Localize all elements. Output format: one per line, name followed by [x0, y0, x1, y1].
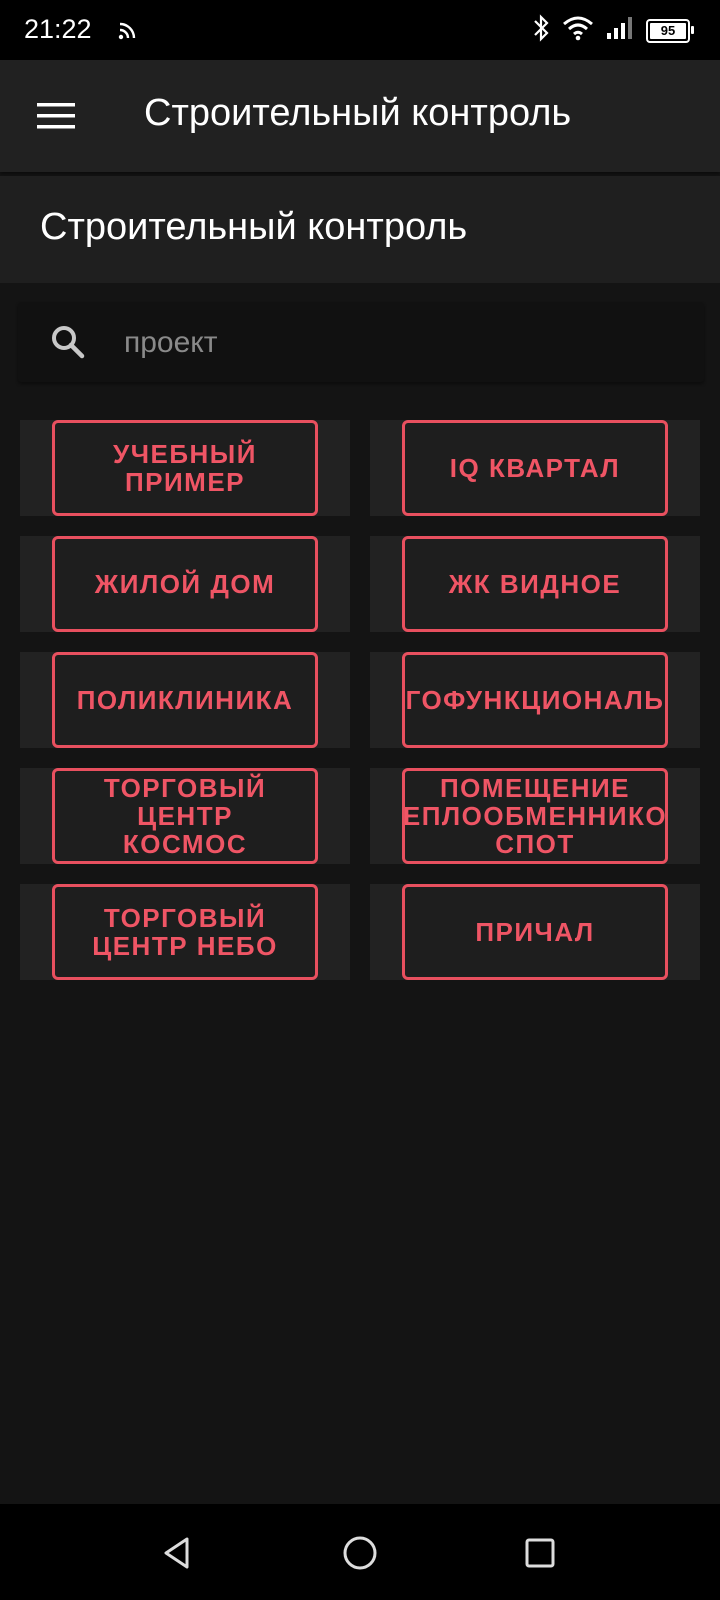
search-bar[interactable] — [18, 302, 704, 382]
project-cell: УЧЕБНЫЙ ПРИМЕР — [20, 420, 350, 516]
project-cell: ЖК ВИДНОЕ — [370, 536, 700, 632]
cast-icon — [118, 20, 138, 45]
project-cell: ТОРГОВЫЙ ЦЕНТР КОСМОС — [20, 768, 350, 864]
project-cell: ПРИЧАЛ — [370, 884, 700, 980]
wifi-icon — [562, 15, 594, 46]
menu-icon[interactable] — [24, 88, 88, 144]
project-button-pomeshchenie-teploobmennik[interactable]: ПОМЕЩЕНИЕ ЕПЛООБМЕННИКО СПОТ — [402, 768, 668, 864]
app-title: Строительный контроль — [144, 92, 572, 134]
project-cell: ГОФУНКЦИОНАЛЬ — [370, 652, 700, 748]
project-button-zhiloy-dom[interactable]: ЖИЛОЙ ДОМ — [52, 536, 318, 632]
project-button-iq-kvartal[interactable]: IQ КВАРТАЛ — [402, 420, 668, 516]
project-button-tc-kosmos[interactable]: ТОРГОВЫЙ ЦЕНТР КОСМОС — [52, 768, 318, 864]
status-time: 21:22 — [24, 14, 92, 44]
status-bar: 21:22 95 — [0, 0, 720, 60]
page-title: Строительный контроль — [40, 206, 468, 248]
project-button-uchebny-primer[interactable]: УЧЕБНЫЙ ПРИМЕР — [52, 420, 318, 516]
signal-icon — [606, 16, 634, 45]
navigation-bar — [0, 1504, 720, 1600]
home-icon[interactable] — [335, 1528, 385, 1578]
back-icon[interactable] — [152, 1528, 202, 1578]
project-cell: ПОЛИКЛИНИКА — [20, 652, 350, 748]
project-cell: ЖИЛОЙ ДОМ — [20, 536, 350, 632]
project-cell: ПОМЕЩЕНИЕ ЕПЛООБМЕННИКО СПОТ — [370, 768, 700, 864]
project-button-poliklinika[interactable]: ПОЛИКЛИНИКА — [52, 652, 318, 748]
app-bar: Строительный контроль — [0, 60, 720, 172]
recents-icon[interactable] — [515, 1528, 565, 1578]
bluetooth-icon — [532, 14, 550, 47]
project-cell: ТОРГОВЫЙ ЦЕНТР НЕБО — [20, 884, 350, 980]
project-button-zhk-vidnoe[interactable]: ЖК ВИДНОЕ — [402, 536, 668, 632]
search-input[interactable] — [122, 322, 686, 364]
project-button-mnogofunkcional[interactable]: ГОФУНКЦИОНАЛЬ — [402, 652, 668, 748]
project-button-prichal[interactable]: ПРИЧАЛ — [402, 884, 668, 980]
project-button-tc-nebo[interactable]: ТОРГОВЫЙ ЦЕНТР НЕБО — [52, 884, 318, 980]
project-cell: IQ КВАРТАЛ — [370, 420, 700, 516]
search-icon[interactable] — [50, 324, 86, 365]
battery-icon: 95 — [646, 18, 694, 43]
battery-level: 95 — [660, 23, 676, 38]
page-header: Строительный контроль — [0, 176, 720, 283]
